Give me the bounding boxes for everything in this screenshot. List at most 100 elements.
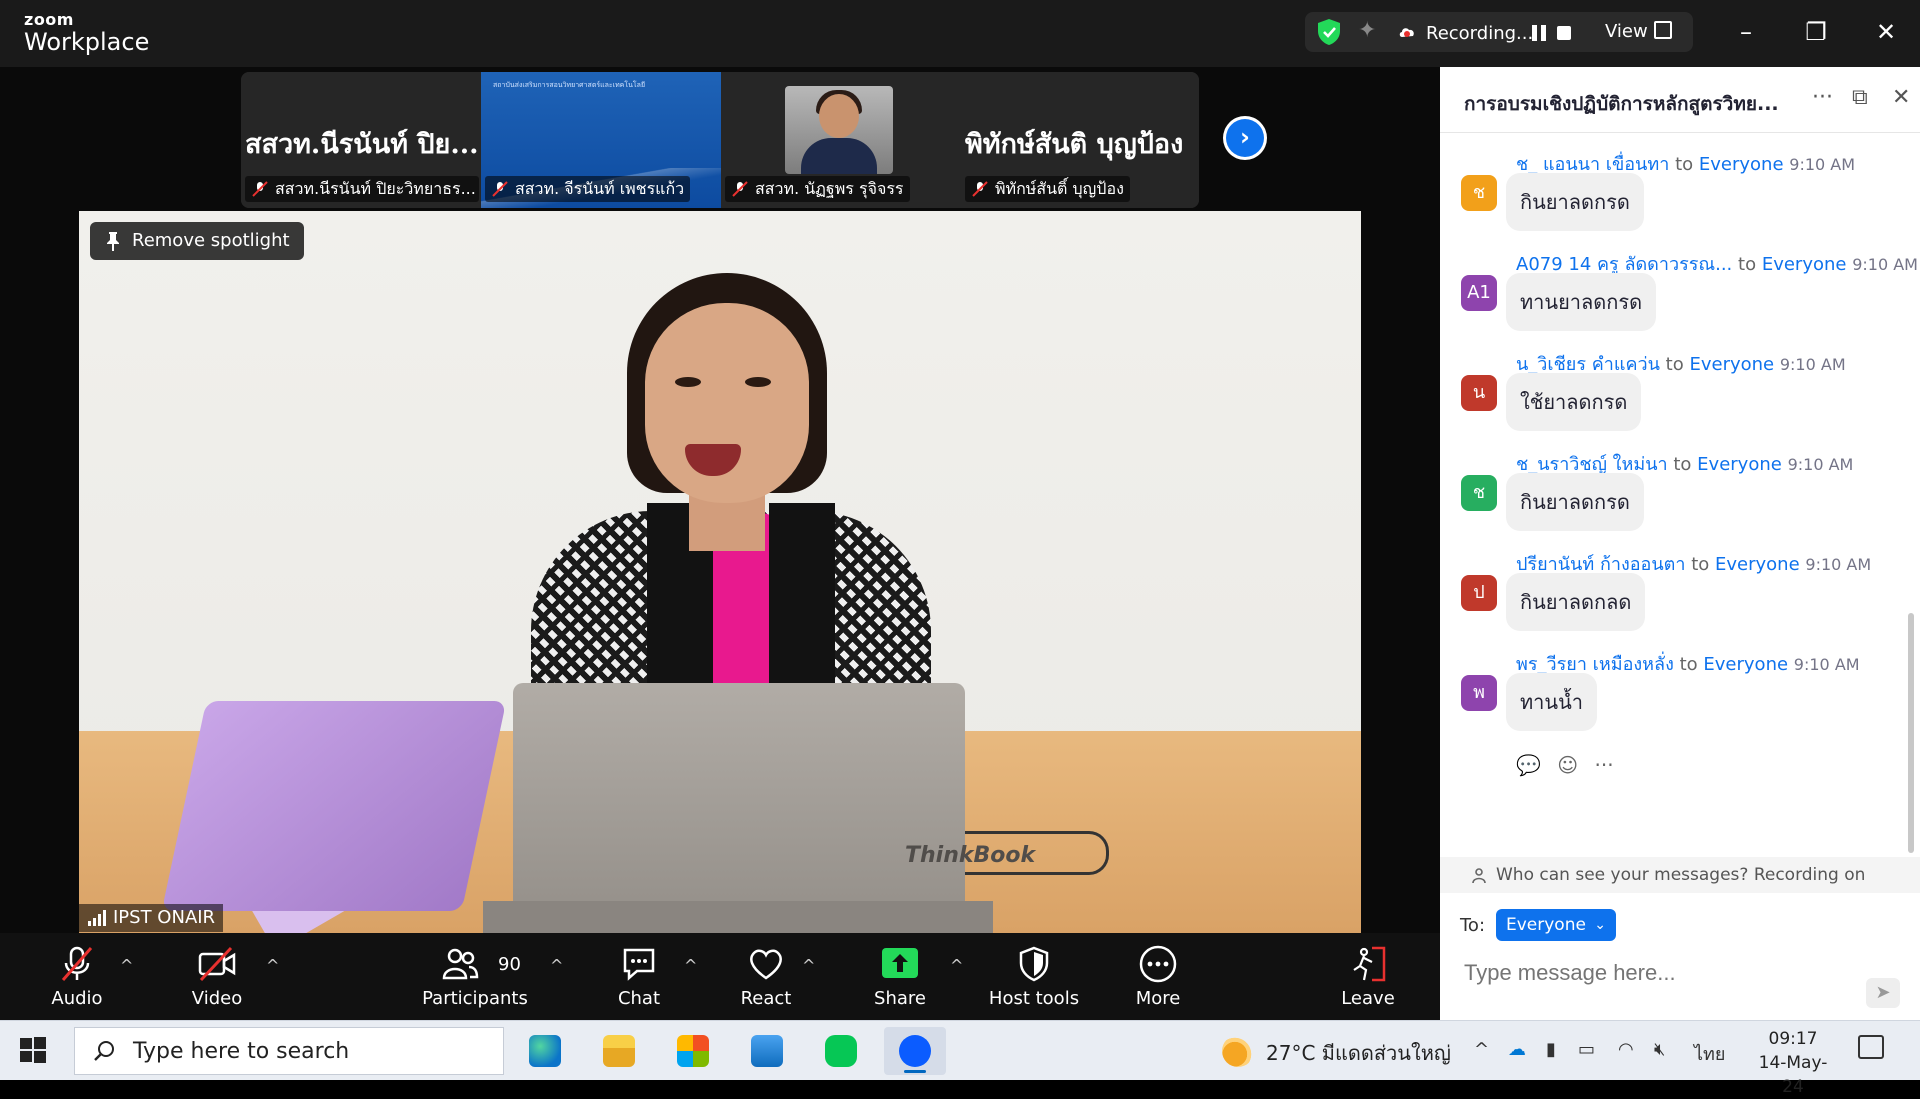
participant-gallery-strip: สสวท.นีรนันท์ ปิย... สสวท.นีรนันท์ ปิยะว… xyxy=(241,72,1199,208)
chat-message-list[interactable]: ช_ แอนนา เขื่อนทา to Everyone 9:10 AM ช … xyxy=(1440,133,1920,857)
remove-spotlight-button[interactable]: Remove spotlight xyxy=(90,222,304,260)
avatar[interactable]: ช xyxy=(1461,475,1497,511)
temperature: 27°C xyxy=(1266,1041,1316,1065)
audio-button[interactable]: Audio xyxy=(22,944,132,1016)
reply-icon[interactable]: 💬 xyxy=(1516,753,1541,777)
video-camera-off-icon xyxy=(198,946,236,982)
input-language[interactable]: ไทย xyxy=(1694,1039,1725,1068)
system-clock[interactable]: 09:17 14-May-24 xyxy=(1748,1027,1838,1099)
sender-name[interactable]: น_วิเชียร คำแคว่น xyxy=(1516,354,1660,375)
chat-button[interactable]: Chat xyxy=(584,944,694,1016)
audio-options-chevron-icon[interactable]: ^ xyxy=(120,956,133,975)
microphone-icon[interactable]: ▮ xyxy=(1546,1039,1556,1060)
participants-options-chevron-icon[interactable]: ^ xyxy=(550,956,563,975)
chat-title: การอบรมเชิงปฏิบัติการหลักสูตรวิทย... xyxy=(1464,93,1779,115)
sender-name[interactable]: ช_ แอนนา เขื่อนทา xyxy=(1516,154,1669,175)
message-bubble[interactable]: กินยาลดกรด xyxy=(1506,173,1644,231)
message-bubble[interactable]: กินยาลดกลด xyxy=(1506,573,1646,631)
participant-tile[interactable]: สถาบันส่งเสริมการสอนวิทยาศาสตร์และเทคโนโ… xyxy=(481,72,721,208)
minimize-icon[interactable]: – xyxy=(1726,14,1766,50)
add-reaction-icon[interactable]: ☺ xyxy=(1557,753,1578,777)
line-app-icon[interactable] xyxy=(810,1027,872,1075)
mail-icon[interactable] xyxy=(736,1027,798,1075)
recipient[interactable]: Everyone xyxy=(1715,554,1800,575)
view-grid-icon[interactable] xyxy=(1654,21,1672,39)
close-chat-icon[interactable]: ✕ xyxy=(1892,85,1910,110)
send-icon[interactable]: ➤ xyxy=(1866,978,1900,1008)
message-bubble[interactable]: ทานน้ำ xyxy=(1506,673,1597,731)
message-bubble[interactable]: ทานยาลดกรด xyxy=(1506,273,1657,331)
volume-muted-icon[interactable]: 🔇︎ xyxy=(1654,1039,1665,1060)
windows-start-icon[interactable] xyxy=(18,1035,48,1065)
host-tools-button[interactable]: Host tools xyxy=(979,944,1089,1016)
microsoft-store-icon[interactable] xyxy=(662,1027,724,1075)
title-bar: zoom Workplace ✦ Recording... View – ❐ ✕ xyxy=(0,0,1920,67)
show-hidden-icons-chevron-icon[interactable]: ^ xyxy=(1474,1039,1489,1060)
close-icon[interactable]: ✕ xyxy=(1866,14,1906,50)
message-time: 9:10 AM xyxy=(1805,555,1872,574)
message-time: 9:10 AM xyxy=(1852,255,1918,274)
recipient[interactable]: Everyone xyxy=(1699,154,1784,175)
ai-companion-icon[interactable]: ✦ xyxy=(1358,18,1376,43)
message-bubble[interactable]: กินยาลดกรด xyxy=(1506,473,1644,531)
security-shield-icon[interactable] xyxy=(1316,18,1342,46)
view-button[interactable]: View xyxy=(1605,21,1648,42)
participant-tile[interactable]: สสวท.นีรนันท์ ปิย... สสวท.นีรนันท์ ปิยะว… xyxy=(241,72,481,208)
zoom-logo: zoom Workplace xyxy=(24,12,149,55)
react-button[interactable]: React xyxy=(711,944,821,1016)
avatar[interactable]: พ xyxy=(1461,675,1497,711)
chat-options-chevron-icon[interactable]: ^ xyxy=(684,956,697,975)
leave-door-icon xyxy=(1353,946,1386,982)
notification-center-icon[interactable] xyxy=(1858,1035,1884,1059)
laptop: ThinkBook xyxy=(513,683,1035,933)
message-more-icon[interactable]: ··· xyxy=(1594,753,1613,777)
recipient[interactable]: Everyone xyxy=(1697,454,1782,475)
recipient-dropdown[interactable]: Everyone ⌄ xyxy=(1496,909,1616,941)
message-bubble[interactable]: ใช้ยาลดกรด xyxy=(1506,373,1642,431)
onedrive-cloud-icon[interactable]: ☁ xyxy=(1508,1039,1526,1060)
avatar[interactable]: A1 xyxy=(1461,275,1497,311)
chat-more-options-icon[interactable]: ··· xyxy=(1812,85,1833,110)
recipient[interactable]: Everyone xyxy=(1762,254,1847,275)
zoom-app-icon[interactable] xyxy=(884,1027,946,1075)
weather-icon[interactable] xyxy=(1222,1035,1254,1067)
restore-icon[interactable]: ❐ xyxy=(1796,14,1836,50)
sender-name[interactable]: ช_นราวิชญ์ ใหม่นา xyxy=(1516,454,1668,475)
participant-tile[interactable]: สสวท. นัฏฐพร รุจิจรร xyxy=(721,72,961,208)
participants-count-badge: 90 xyxy=(498,954,521,975)
pop-out-icon[interactable]: ⧉ xyxy=(1852,85,1868,110)
video-options-chevron-icon[interactable]: ^ xyxy=(266,956,279,975)
taskbar-search-box[interactable]: Type here to search xyxy=(74,1027,504,1075)
recipient[interactable]: Everyone xyxy=(1689,354,1774,375)
chat-label: Chat xyxy=(617,988,661,1009)
gallery-next-button[interactable]: › xyxy=(1223,116,1267,160)
remove-spotlight-label: Remove spotlight xyxy=(132,230,290,251)
message-input[interactable] xyxy=(1464,953,1894,993)
avatar[interactable]: ช xyxy=(1461,175,1497,211)
edge-browser-icon[interactable] xyxy=(514,1027,576,1075)
battery-icon[interactable]: ▭ xyxy=(1578,1039,1595,1060)
participant-tile[interactable]: พิทักษ์สันติ บุญป้อง พิทักษ์สันติ์ บุญป้… xyxy=(961,72,1199,208)
recipient[interactable]: Everyone xyxy=(1703,654,1788,675)
avatar[interactable]: ป xyxy=(1461,575,1497,611)
wifi-icon[interactable]: ◠ xyxy=(1618,1039,1634,1060)
chevron-right-icon: › xyxy=(1226,119,1264,157)
leave-button[interactable]: Leave xyxy=(1313,944,1423,1016)
pause-recording-icon[interactable] xyxy=(1532,25,1546,41)
weather-widget[interactable]: 27°C มีแดดส่วนใหญ่ xyxy=(1266,1037,1451,1069)
react-options-chevron-icon[interactable]: ^ xyxy=(802,956,815,975)
file-explorer-icon[interactable] xyxy=(588,1027,650,1075)
share-options-chevron-icon[interactable]: ^ xyxy=(950,956,963,975)
chat-scrollbar[interactable] xyxy=(1908,613,1914,853)
video-label: Video xyxy=(191,988,243,1009)
sender-name[interactable]: A079 14 ครู ลัดดาวรรณ... xyxy=(1516,254,1732,275)
message-visibility-notice[interactable]: Who can see your messages? Recording on xyxy=(1440,857,1920,893)
more-button[interactable]: More xyxy=(1103,944,1213,1016)
video-button[interactable]: Video xyxy=(162,944,272,1016)
share-button[interactable]: Share xyxy=(845,944,955,1016)
sender-name[interactable]: ปรียานันท์ ก้างออนตา xyxy=(1516,554,1685,575)
weather-condition: มีแดดส่วนใหญ่ xyxy=(1321,1041,1451,1065)
sender-name[interactable]: พร_วีรยา เหมืองหลั่ง xyxy=(1516,654,1674,675)
stop-recording-icon[interactable] xyxy=(1557,26,1571,40)
avatar[interactable]: น xyxy=(1461,375,1497,411)
